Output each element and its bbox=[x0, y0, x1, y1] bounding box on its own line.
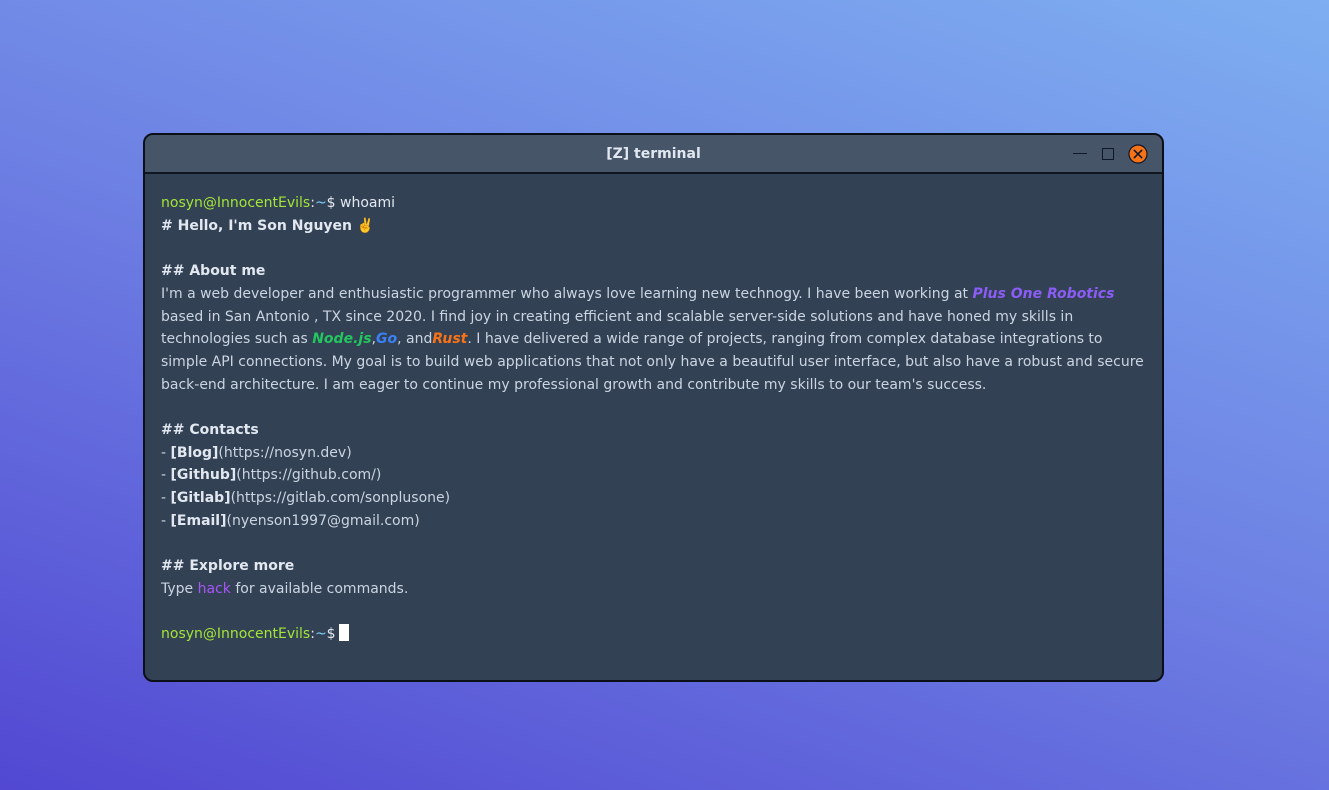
prompt-user: nosyn@InnocentEvils bbox=[161, 626, 311, 643]
contact-item-email: - [Email](nyenson1997@gmail.com) bbox=[161, 510, 1146, 533]
input-line[interactable]: nosyn@InnocentEvils:~$ bbox=[161, 623, 1146, 646]
contact-url-github[interactable]: (https://github.com/) bbox=[236, 467, 381, 483]
contacts-heading: ## Contacts bbox=[161, 422, 259, 438]
minimize-icon bbox=[1073, 152, 1087, 155]
greeting-heading: # Hello, I'm Son Nguyen ✌️ bbox=[161, 217, 375, 234]
title-bar[interactable]: [Z] terminal bbox=[145, 135, 1162, 174]
explore-heading: ## Explore more bbox=[161, 558, 295, 575]
explore-line: Type hack for available commands. bbox=[161, 578, 1146, 601]
about-heading: ## About me bbox=[161, 263, 266, 280]
contact-url-gitlab[interactable]: (https://gitlab.com/sonplusone) bbox=[231, 490, 451, 506]
contact-item-gitlab: - [Gitlab](https://gitlab.com/sonplusone… bbox=[161, 487, 1146, 510]
tech-separator-2: , and bbox=[397, 331, 433, 348]
contact-dash: - bbox=[161, 490, 171, 507]
prompt-dollar: $ bbox=[326, 626, 336, 643]
tech-go: Go bbox=[375, 331, 398, 348]
about-text-1: I'm a web developer and enthusiastic pro… bbox=[161, 285, 973, 302]
explore-pre: Type bbox=[161, 580, 198, 597]
contact-dash: - bbox=[161, 512, 171, 529]
contact-dash: - bbox=[161, 467, 171, 484]
window-controls bbox=[1072, 135, 1148, 172]
contact-label-github: [Github] bbox=[170, 467, 237, 484]
contact-item-github: - [Github](https://github.com/) bbox=[161, 464, 1146, 487]
terminal-output[interactable]: nosyn@InnocentEvils:~$ whoami # Hello, I… bbox=[145, 174, 1162, 646]
explore-post: for available commands. bbox=[230, 580, 409, 597]
contact-label-blog: [Blog] bbox=[170, 444, 219, 461]
close-icon bbox=[1128, 143, 1148, 164]
contact-item-blog: - [Blog](https://nosyn.dev) bbox=[161, 442, 1146, 465]
text-cursor[interactable] bbox=[338, 624, 349, 642]
about-paragraph: I'm a web developer and enthusiastic pro… bbox=[161, 283, 1146, 397]
contact-label-email: [Email] bbox=[170, 512, 227, 529]
command-line: nosyn@InnocentEvils:~$ whoami bbox=[161, 192, 1146, 215]
prompt-path: ~ bbox=[314, 195, 327, 211]
minimize-button[interactable] bbox=[1072, 146, 1088, 162]
contact-dash: - bbox=[161, 444, 171, 461]
hack-command[interactable]: hack bbox=[198, 581, 231, 597]
contact-url-blog[interactable]: (https://nosyn.dev) bbox=[218, 445, 351, 461]
close-button[interactable] bbox=[1128, 143, 1148, 164]
terminal-window: [Z] terminal nosyn@InnocentEvils:~$ whoa… bbox=[143, 133, 1164, 682]
contact-label-gitlab: [Gitlab] bbox=[170, 490, 231, 507]
tech-nodejs: Node.js bbox=[312, 331, 372, 348]
maximize-button[interactable] bbox=[1100, 146, 1116, 162]
tech-rust: Rust bbox=[432, 331, 468, 348]
prompt-user: nosyn@InnocentEvils bbox=[161, 195, 311, 211]
contact-url-email[interactable]: (nyenson1997@gmail.com) bbox=[227, 513, 420, 529]
company-name: Plus One Robotics bbox=[972, 285, 1115, 302]
entered-command: whoami bbox=[340, 195, 396, 211]
prompt-dollar: $ bbox=[326, 195, 336, 211]
prompt-path: ~ bbox=[314, 626, 327, 643]
maximize-icon bbox=[1102, 147, 1114, 160]
window-title: [Z] terminal bbox=[606, 145, 701, 162]
